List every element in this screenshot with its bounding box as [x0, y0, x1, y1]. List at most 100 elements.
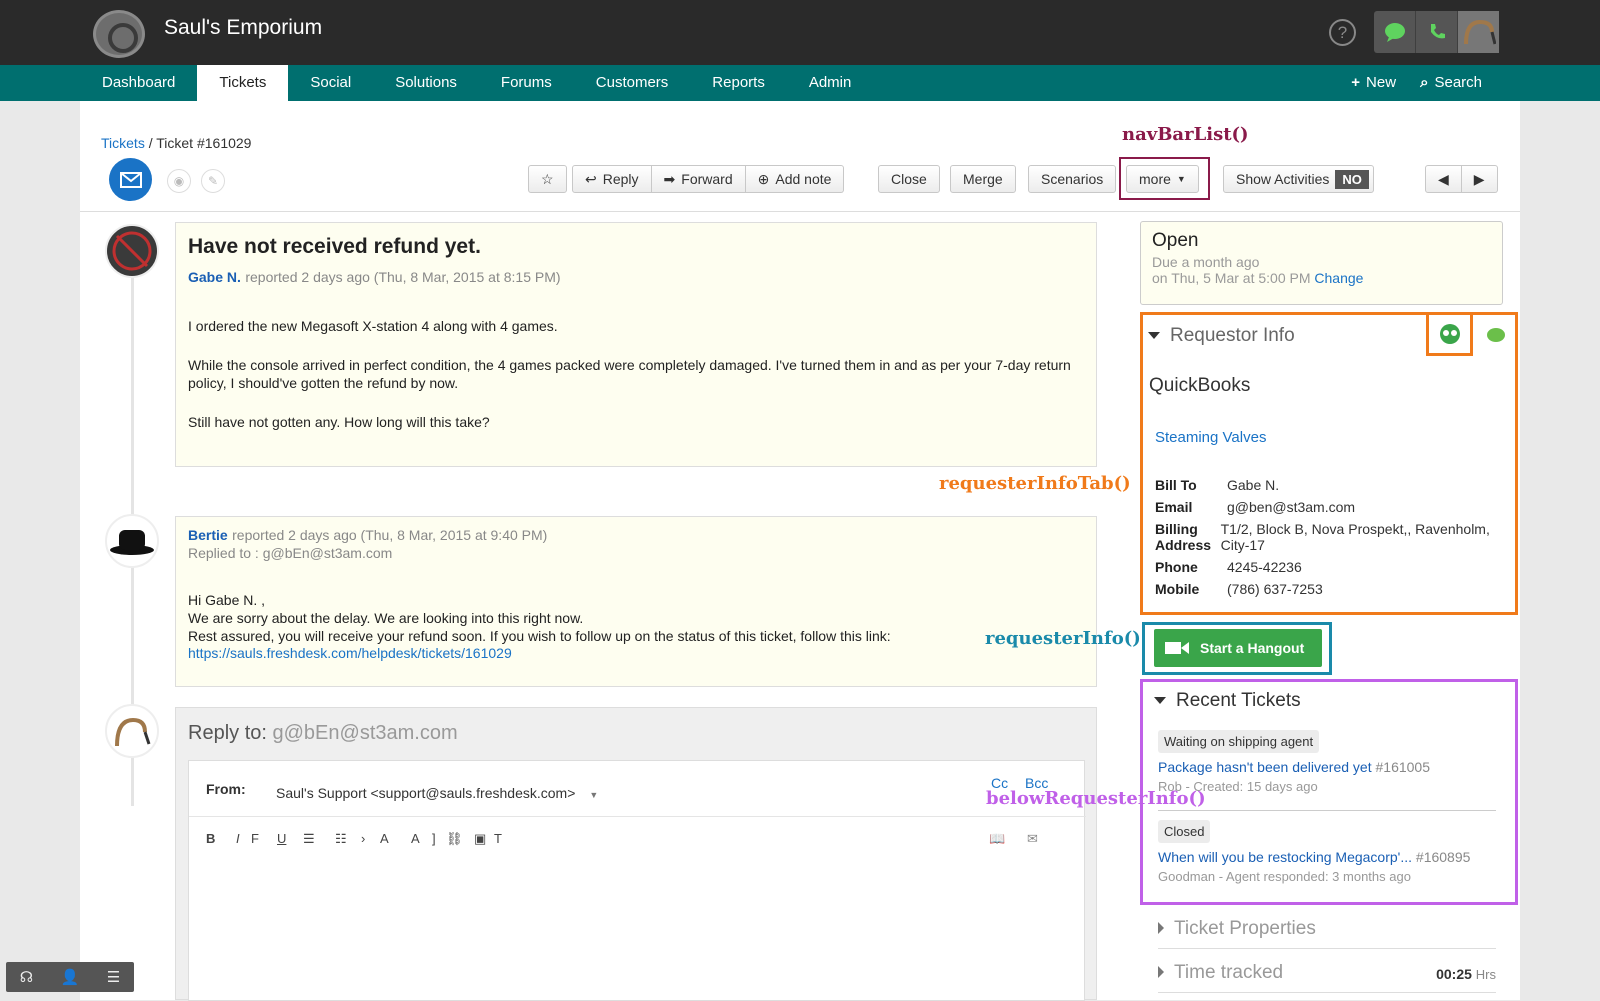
company-name: QuickBooks: [1149, 375, 1251, 396]
list-item: Closed When will you be restocking Megac…: [1158, 820, 1470, 884]
status-label: Open: [1152, 230, 1199, 251]
nav-tab-dashboard[interactable]: Dashboard: [80, 65, 197, 101]
eye-icon[interactable]: ◉: [167, 169, 191, 193]
user-icon[interactable]: 👤: [61, 968, 80, 986]
bottom-toolbar: ☊ 👤 ☰: [6, 962, 134, 992]
next-ticket-button[interactable]: ▶: [1461, 165, 1498, 193]
italic-icon[interactable]: I: [236, 831, 240, 846]
video-camera-icon: [1165, 642, 1189, 654]
requester-name-link[interactable]: Gabe N.: [188, 269, 241, 285]
ticket-url-link[interactable]: https://sauls.freshdesk.com/helpdesk/tic…: [188, 645, 512, 661]
agent-name-link[interactable]: Bertie: [188, 527, 228, 543]
top-bar: Saul's Emporium ?: [0, 0, 1600, 65]
recent-ticket-link[interactable]: When will you be restocking Megacorp'...: [1158, 849, 1412, 865]
requester-info-panel: Requestor Info QuickBooks Steaming Valve…: [1140, 312, 1518, 615]
ticket-status-box: Open Due a month ago on Thu, 5 Mar at 5:…: [1140, 221, 1503, 305]
recent-tickets-panel: Recent Tickets Waiting on shipping agent…: [1140, 679, 1518, 905]
help-icon[interactable]: ?: [1329, 19, 1356, 46]
close-button[interactable]: Close: [878, 165, 940, 193]
agent-reply: Bertie reported 2 days ago (Thu, 8 Mar, …: [175, 516, 1097, 687]
app-icon-tab[interactable]: [1426, 312, 1473, 356]
note-icon: ⊕: [757, 170, 770, 187]
ticket-description: Have not received refund yet. Gabe N. re…: [175, 222, 1097, 467]
new-button[interactable]: + New: [1351, 65, 1396, 101]
nav-tab-forums[interactable]: Forums: [479, 65, 574, 101]
reply-to-address: g@bEn@st3am.com: [272, 722, 458, 744]
reply-icon: ↩: [585, 170, 597, 187]
recent-ticket-link[interactable]: Package hasn't been delivered yet: [1158, 759, 1372, 775]
time-tracked-toggle[interactable]: Time tracked 00:25 Hrs: [1158, 962, 1496, 993]
bullet-list-icon[interactable]: ☰: [303, 831, 315, 847]
code-icon[interactable]: ]: [432, 831, 436, 846]
status-badge: Closed: [1158, 820, 1211, 843]
star-button[interactable]: ☆: [528, 165, 567, 193]
clear-format-icon[interactable]: T: [494, 831, 502, 846]
add-note-button[interactable]: ⊕ Add note: [745, 165, 845, 193]
nav-tab-social[interactable]: Social: [288, 65, 373, 101]
image-icon[interactable]: ▣: [474, 831, 486, 847]
scenarios-button[interactable]: Scenarios: [1028, 165, 1117, 193]
contact-widgets: [1374, 11, 1499, 53]
main-nav: Dashboard Tickets Social Solutions Forum…: [0, 65, 1600, 101]
forward-button[interactable]: ➡ Forward: [651, 165, 746, 193]
ticket-properties-toggle[interactable]: Ticket Properties: [1158, 918, 1496, 949]
nav-tab-customers[interactable]: Customers: [574, 65, 691, 101]
status-badge: Waiting on shipping agent: [1158, 730, 1320, 753]
bold-icon[interactable]: B: [206, 831, 215, 846]
reply-editor[interactable]: From: Saul's Support <support@sauls.fres…: [188, 760, 1086, 1001]
annotation-nav-bar-list: navBarList(): [1122, 124, 1249, 145]
ticket-subject: Have not received refund yet.: [188, 235, 481, 258]
canned-response-icon[interactable]: ✉: [1027, 831, 1038, 847]
menu-icon[interactable]: ☰: [107, 968, 120, 986]
underline-icon[interactable]: U: [277, 831, 286, 846]
bg-color-icon[interactable]: A: [411, 831, 420, 846]
start-hangout-button[interactable]: Start a Hangout: [1154, 629, 1322, 667]
change-due-link[interactable]: Change: [1314, 270, 1363, 286]
annotation-requester-info-tab: requesterInfoTab(): [939, 473, 1131, 494]
search-button[interactable]: ⌕ Search: [1420, 65, 1482, 101]
breadcrumb-tickets-link[interactable]: Tickets: [101, 135, 145, 151]
reply-button[interactable]: ↩ Reply: [572, 165, 652, 193]
leaf-icon[interactable]: [1486, 326, 1506, 349]
text-color-icon[interactable]: A: [380, 831, 389, 846]
merge-button[interactable]: Merge: [950, 165, 1016, 193]
nav-tab-admin[interactable]: Admin: [787, 65, 874, 101]
logo[interactable]: [93, 10, 145, 58]
book-icon[interactable]: 📖: [989, 831, 1005, 847]
triangle-right-icon: [1158, 966, 1164, 978]
pencil-icon[interactable]: ✎: [201, 169, 225, 193]
ticket-body-line: Still have not gotten any. How long will…: [188, 414, 490, 430]
requester-info-toggle[interactable]: Requestor Info: [1148, 325, 1295, 347]
app-title: Saul's Emporium: [164, 16, 323, 39]
reply-composer: Reply to: g@bEn@st3am.com From: Saul's S…: [175, 707, 1206, 1001]
nav-tab-reports[interactable]: Reports: [690, 65, 787, 101]
phone-icon[interactable]: [1416, 11, 1458, 53]
toolbar-divider: [80, 211, 1520, 212]
breadcrumb: Tickets / Ticket #161029: [101, 135, 252, 151]
from-select[interactable]: Saul's Support <support@sauls.freshdesk.…: [276, 785, 598, 801]
user-avatar-icon[interactable]: [1458, 11, 1499, 53]
nav-tab-solutions[interactable]: Solutions: [373, 65, 479, 101]
headset-icon[interactable]: ☊: [20, 968, 33, 986]
email-source-icon: [109, 158, 152, 201]
triangle-down-icon: [1154, 697, 1166, 705]
company-link[interactable]: Steaming Valves: [1155, 429, 1266, 446]
ticket-body-line: I ordered the new Megasoft X-station 4 a…: [188, 318, 558, 334]
prev-ticket-button[interactable]: ◀: [1425, 165, 1462, 193]
font-icon[interactable]: F: [251, 831, 259, 846]
show-activities-toggle[interactable]: Show Activities NO: [1223, 165, 1374, 193]
recent-tickets-toggle[interactable]: Recent Tickets: [1154, 690, 1301, 712]
search-icon: ⌕: [1420, 74, 1429, 91]
triangle-down-icon: [1148, 332, 1160, 340]
plus-icon: +: [1351, 74, 1361, 91]
ticket-body-line: While the console arrived in perfect con…: [188, 357, 1071, 391]
chat-icon[interactable]: [1374, 11, 1416, 53]
list-item: Waiting on shipping agent Package hasn't…: [1158, 730, 1430, 794]
annotation-requester-info: requesterInfo(): [985, 628, 1141, 649]
avatar: [105, 514, 159, 568]
outdent-icon[interactable]: ›: [361, 831, 365, 846]
numbered-list-icon[interactable]: ☷: [335, 831, 347, 847]
link-icon[interactable]: ⛓: [446, 831, 463, 847]
nav-tab-tickets[interactable]: Tickets: [197, 65, 289, 101]
triangle-right-icon: [1158, 922, 1164, 934]
